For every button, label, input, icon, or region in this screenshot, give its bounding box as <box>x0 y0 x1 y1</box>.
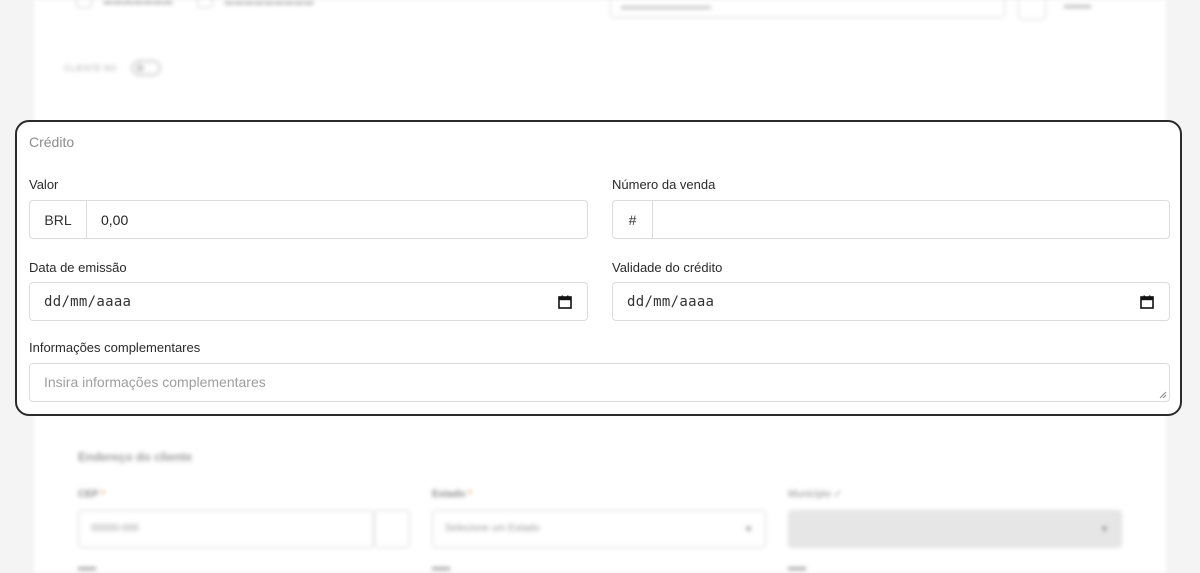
background-bottom-label: ▬▬ <box>788 562 806 572</box>
validade-label: Validade do crédito <box>612 260 723 275</box>
credit-section: Crédito Valor BRL 0,00 Número da venda #… <box>15 120 1182 416</box>
section-title: Crédito <box>29 134 75 150</box>
calendar-icon[interactable] <box>1139 294 1155 310</box>
resize-handle-icon[interactable] <box>1159 391 1167 399</box>
date-placeholder: dd/mm/aaaa <box>627 293 715 310</box>
toggle-switch <box>131 60 161 76</box>
checkbox <box>197 0 214 8</box>
background-top-button <box>1018 0 1046 20</box>
numero-venda-input[interactable] <box>653 201 1169 238</box>
numero-venda-field: # <box>612 200 1170 239</box>
validade-input[interactable]: dd/mm/aaaa <box>612 282 1170 321</box>
textarea-placeholder: Insira informações complementares <box>44 374 266 390</box>
background-bottom-label: ▬▬ <box>432 562 450 572</box>
municipio-label: Município ✓ <box>788 489 842 500</box>
date-placeholder: dd/mm/aaaa <box>44 293 132 310</box>
chevron-down-icon: ▼ <box>1100 524 1109 534</box>
cep-label: CEP * <box>78 489 106 500</box>
currency-addon: BRL <box>30 201 87 238</box>
toggle-label: CLIENTE NO <box>64 64 118 73</box>
numero-venda-label: Número da venda <box>612 177 716 192</box>
estado-label: Estado * <box>432 489 473 500</box>
data-emissao-input[interactable]: dd/mm/aaaa <box>29 282 588 321</box>
calendar-icon[interactable] <box>557 294 573 310</box>
estado-select: Selecione um Estado ▼ <box>432 510 766 548</box>
municipio-select: ▼ <box>788 510 1122 548</box>
checkbox <box>76 0 92 8</box>
hash-addon: # <box>613 201 653 238</box>
data-emissao-label: Data de emissão <box>29 260 127 275</box>
info-label: Informações complementares <box>29 340 201 355</box>
background-top-right-text: ▬▬▬ <box>1064 0 1091 10</box>
background-bottom-label: ▬▬ <box>78 562 96 572</box>
background-top-row: ▬▬▬▬▬▬▬ ▬▬▬▬▬▬▬▬▬ <box>76 0 315 8</box>
chevron-down-icon: ▼ <box>744 524 753 534</box>
background-top-input: ▬▬▬▬▬▬▬▬▬▬ <box>610 0 1005 18</box>
valor-input[interactable]: 0,00 <box>87 201 587 238</box>
valor-field: BRL 0,00 <box>29 200 588 239</box>
cep-search-button <box>374 510 410 548</box>
info-textarea[interactable]: Insira informações complementares <box>29 363 1170 402</box>
address-section-title: Endereço do cliente <box>78 450 193 464</box>
valor-label: Valor <box>29 177 59 192</box>
cep-input: 00000-000 <box>78 510 374 548</box>
